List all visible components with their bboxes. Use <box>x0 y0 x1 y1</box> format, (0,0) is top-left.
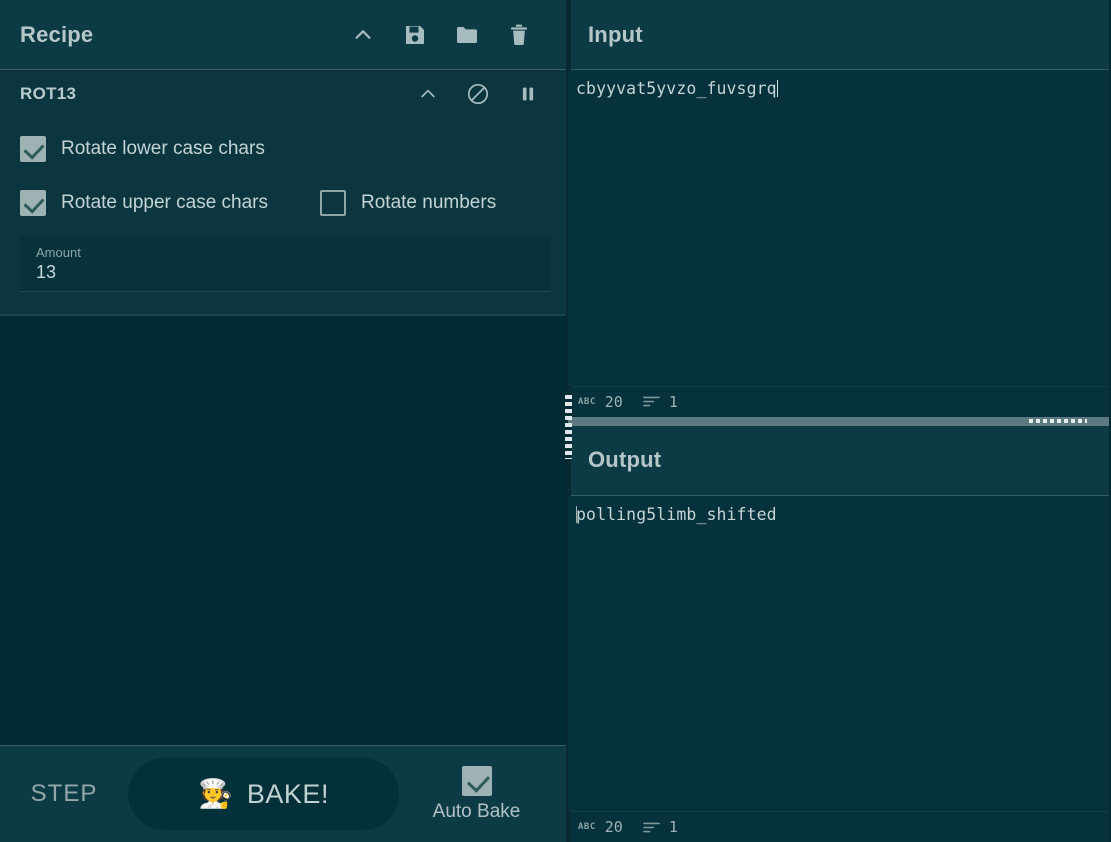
rotate-lower-case-label: Rotate lower case chars <box>61 138 265 159</box>
input-textarea[interactable]: cbyyvat5yvzo_fuvsgrq <box>568 70 1109 386</box>
cyberchef-app: Recipe ROT13 Rotate lower case chars Rot… <box>0 0 1111 842</box>
vertical-splitter-grip[interactable] <box>565 395 572 459</box>
save-recipe-icon[interactable] <box>402 22 428 48</box>
operation-ingredients: Rotate lower case chars Rotate upper cas… <box>0 118 566 314</box>
input-panel: Input cbyyvat5yvzo_fuvsgrq ABC 20 1 <box>568 0 1109 417</box>
step-button[interactable]: STEP <box>0 780 128 808</box>
ingredient-row-1: Rotate lower case chars <box>20 122 546 176</box>
recipe-drop-area[interactable] <box>0 315 566 745</box>
bake-button[interactable]: 🧑‍🍳 BAKE! <box>128 758 399 830</box>
abc-length-icon: ABC <box>578 822 596 832</box>
ingredient-row-2: Rotate upper case chars Rotate numbers <box>20 176 546 230</box>
rotate-numbers-checkbox[interactable]: Rotate numbers <box>320 190 496 216</box>
output-lines-stat[interactable]: 1 <box>642 818 688 836</box>
input-length-stat[interactable]: ABC 20 <box>578 393 633 411</box>
recipe-operation-rot13[interactable]: ROT13 Rotate lower case chars Rotate upp… <box>0 70 566 315</box>
collapse-chevron-icon[interactable] <box>350 22 376 48</box>
rotate-upper-case-label: Rotate upper case chars <box>61 192 269 213</box>
rotate-lower-case-checkbox[interactable]: Rotate lower case chars <box>20 136 265 162</box>
auto-bake-checkbox[interactable]: Auto Bake <box>399 765 554 823</box>
input-length-value: 20 <box>604 392 623 411</box>
recipe-title-icons <box>350 22 532 48</box>
input-title-bar: Input <box>568 0 1109 70</box>
input-lines-stat[interactable]: 1 <box>642 392 688 411</box>
recipe-title: Recipe <box>20 21 94 47</box>
operation-header: ROT13 <box>0 70 566 118</box>
output-length-value: 20 <box>604 818 623 836</box>
input-title: Input <box>588 21 643 47</box>
auto-bake-label: Auto Bake <box>432 800 521 822</box>
chef-icon: 🧑‍🍳 <box>198 778 233 809</box>
output-text-line: polling5limb_shifted <box>576 504 1109 526</box>
bake-button-label: BAKE! <box>246 778 329 809</box>
input-lines-value: 1 <box>668 392 678 411</box>
output-title-bar: Output <box>568 425 1109 496</box>
checkbox-checked-icon <box>20 136 46 162</box>
horizontal-splitter-grip <box>1029 419 1087 423</box>
checkbox-checked-icon <box>20 190 46 216</box>
abc-length-icon: ABC <box>578 396 596 407</box>
output-textarea[interactable]: polling5limb_shifted <box>568 495 1109 811</box>
amount-field-value: 13 <box>36 262 57 283</box>
output-length-stat[interactable]: ABC 20 <box>578 818 633 836</box>
output-status-bar: ABC 20 1 <box>568 811 1109 842</box>
collapse-op-chevron-icon[interactable] <box>415 81 441 107</box>
output-lines-value: 1 <box>668 818 678 836</box>
input-status-bar: ABC 20 1 <box>568 385 1109 417</box>
operation-title: ROT13 <box>20 84 77 103</box>
trash-icon[interactable] <box>506 22 532 48</box>
output-text-value: polling5limb_shifted <box>576 504 777 524</box>
checkbox-unchecked-icon <box>320 190 347 216</box>
recipe-controls: STEP 🧑‍🍳 BAKE! Auto Bake <box>0 745 566 842</box>
input-text-value: cbyyvat5yvzo_fuvsgrq <box>576 79 777 98</box>
rotate-upper-case-checkbox[interactable]: Rotate upper case chars <box>20 190 268 216</box>
breakpoint-pause-icon[interactable] <box>515 81 541 107</box>
output-panel: Output polling5limb_shifted ABC 20 1 <box>568 425 1109 842</box>
operation-icons <box>415 81 541 107</box>
recipe-title-bar: Recipe <box>0 0 566 70</box>
amount-field-label: Amount <box>36 245 81 260</box>
checkbox-checked-icon <box>461 765 492 796</box>
rotate-numbers-label: Rotate numbers <box>361 192 497 213</box>
lines-icon <box>642 821 660 834</box>
input-text-line: cbyyvat5yvzo_fuvsgrq <box>576 78 1109 100</box>
recipe-panel: Recipe ROT13 Rotate lower case chars Rot… <box>0 0 568 842</box>
horizontal-splitter[interactable] <box>568 416 1109 426</box>
folder-icon[interactable] <box>454 22 480 48</box>
io-panel: Input cbyyvat5yvzo_fuvsgrq ABC 20 1 Outp… <box>565 0 1109 842</box>
disable-op-icon[interactable] <box>465 81 491 107</box>
amount-field[interactable]: Amount 13 <box>20 236 550 292</box>
lines-icon <box>642 395 660 408</box>
output-title: Output <box>588 447 662 472</box>
input-caret <box>776 80 778 97</box>
